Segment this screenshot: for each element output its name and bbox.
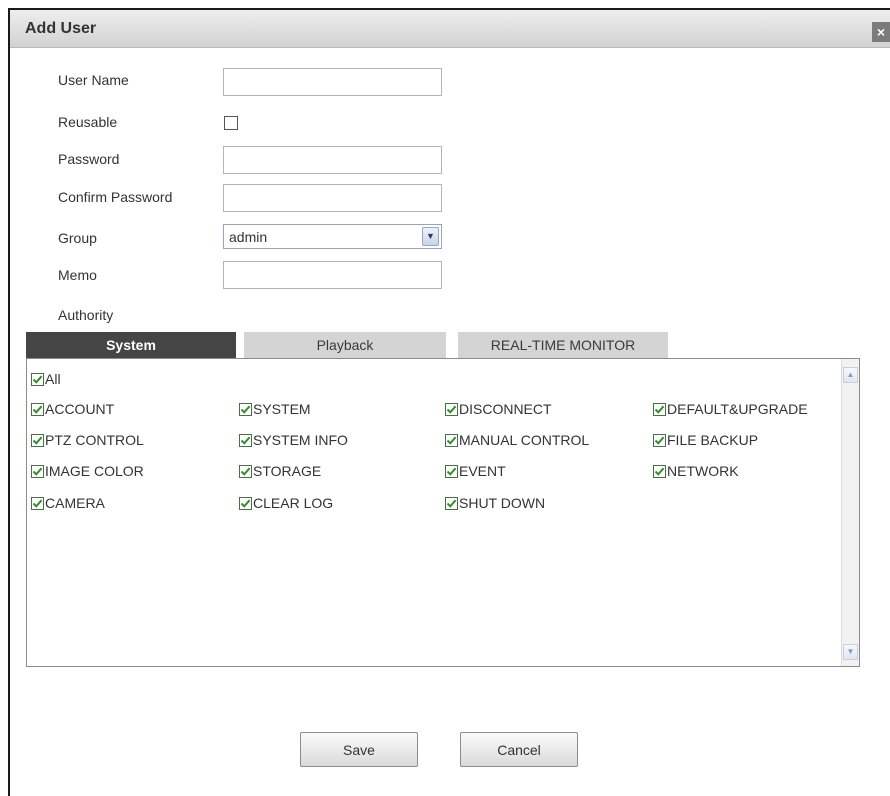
checkbox-checked-icon[interactable] (445, 402, 458, 416)
perm-camera[interactable]: CAMERA (31, 495, 105, 511)
perm-system[interactable]: SYSTEM (239, 401, 311, 417)
cancel-button[interactable]: Cancel (460, 732, 578, 767)
perm-storage[interactable]: STORAGE (239, 463, 321, 479)
checkbox-checked-icon[interactable] (239, 402, 252, 416)
password-input[interactable] (223, 146, 442, 174)
user-name-label: User Name (58, 72, 129, 88)
perm-file-backup[interactable]: FILE BACKUP (653, 432, 758, 448)
confirm-password-label: Confirm Password (58, 189, 173, 205)
checkbox-checked-icon[interactable] (31, 433, 44, 447)
perm-label: ACCOUNT (45, 401, 115, 417)
perm-clear-log[interactable]: CLEAR LOG (239, 495, 333, 511)
user-name-input[interactable] (223, 68, 442, 96)
close-icon[interactable]: × (872, 22, 890, 42)
perm-label: EVENT (459, 463, 506, 479)
scroll-down-icon[interactable]: ▼ (843, 644, 858, 660)
permissions-panel: All ACCOUNT SYSTEM DISCONNECT DEFAULT&UP… (26, 358, 860, 667)
checkbox-checked-icon[interactable] (239, 433, 252, 447)
perm-all[interactable]: All (31, 371, 61, 387)
dialog-titlebar: Add User × (10, 10, 890, 48)
perm-label: FILE BACKUP (667, 432, 759, 448)
memo-label: Memo (58, 267, 97, 283)
perm-image-color[interactable]: IMAGE COLOR (31, 463, 144, 479)
add-user-dialog: Add User × User Name Reusable Password C… (8, 8, 890, 796)
perm-label: PTZ CONTROL (45, 432, 144, 448)
perm-label: CLEAR LOG (253, 495, 334, 511)
authority-tabs: System Playback REAL-TIME MONITOR (26, 332, 676, 358)
perm-network[interactable]: NETWORK (653, 463, 739, 479)
perm-label: All (45, 371, 61, 387)
tab-system[interactable]: System (26, 332, 236, 358)
perm-disconnect[interactable]: DISCONNECT (445, 401, 552, 417)
perm-system-info[interactable]: SYSTEM INFO (239, 432, 348, 448)
checkbox-checked-icon[interactable] (31, 496, 44, 510)
authority-label: Authority (58, 307, 114, 323)
perm-ptz-control[interactable]: PTZ CONTROL (31, 432, 144, 448)
group-label: Group (58, 230, 97, 246)
save-button[interactable]: Save (300, 732, 418, 767)
perm-label: MANUAL CONTROL (459, 432, 590, 448)
checkbox-checked-icon[interactable] (239, 464, 252, 478)
perm-label: STORAGE (253, 463, 322, 479)
perm-account[interactable]: ACCOUNT (31, 401, 114, 417)
tab-real-time-monitor[interactable]: REAL-TIME MONITOR (458, 332, 668, 358)
perm-label: CAMERA (45, 495, 105, 511)
memo-input[interactable] (223, 261, 442, 289)
checkbox-checked-icon[interactable] (239, 496, 252, 510)
perm-label: IMAGE COLOR (45, 463, 144, 479)
checkbox-checked-icon[interactable] (653, 402, 666, 416)
dialog-title: Add User (25, 20, 97, 37)
checkbox-checked-icon[interactable] (445, 496, 458, 510)
perm-default-upgrade[interactable]: DEFAULT&UPGRADE (653, 401, 808, 417)
group-select-value: admin (229, 229, 268, 245)
perm-label: DISCONNECT (459, 401, 552, 417)
checkbox-checked-icon[interactable] (653, 433, 666, 447)
tab-playback[interactable]: Playback (244, 332, 446, 358)
perm-label: DEFAULT&UPGRADE (667, 401, 808, 417)
perm-event[interactable]: EVENT (445, 463, 506, 479)
perm-label: SHUT DOWN (459, 495, 546, 511)
checkbox-checked-icon[interactable] (653, 464, 666, 478)
permissions-scrollbar[interactable]: ▲ ▼ (841, 359, 859, 666)
perm-label: NETWORK (667, 463, 739, 479)
checkbox-checked-icon[interactable] (31, 464, 44, 478)
checkbox-checked-icon[interactable] (31, 402, 44, 416)
perm-shut-down[interactable]: SHUT DOWN (445, 495, 545, 511)
group-select[interactable]: admin ▼ (223, 224, 442, 249)
password-label: Password (58, 151, 120, 167)
checkbox-checked-icon[interactable] (31, 372, 44, 386)
checkbox-checked-icon[interactable] (445, 433, 458, 447)
perm-label: SYSTEM (253, 401, 311, 417)
reusable-checkbox[interactable] (224, 116, 238, 130)
perm-label: SYSTEM INFO (253, 432, 348, 448)
confirm-password-input[interactable] (223, 184, 442, 212)
scroll-up-icon[interactable]: ▲ (843, 367, 858, 383)
chevron-down-icon[interactable]: ▼ (422, 227, 439, 246)
checkbox-checked-icon[interactable] (445, 464, 458, 478)
reusable-label: Reusable (58, 114, 118, 130)
perm-manual-control[interactable]: MANUAL CONTROL (445, 432, 589, 448)
